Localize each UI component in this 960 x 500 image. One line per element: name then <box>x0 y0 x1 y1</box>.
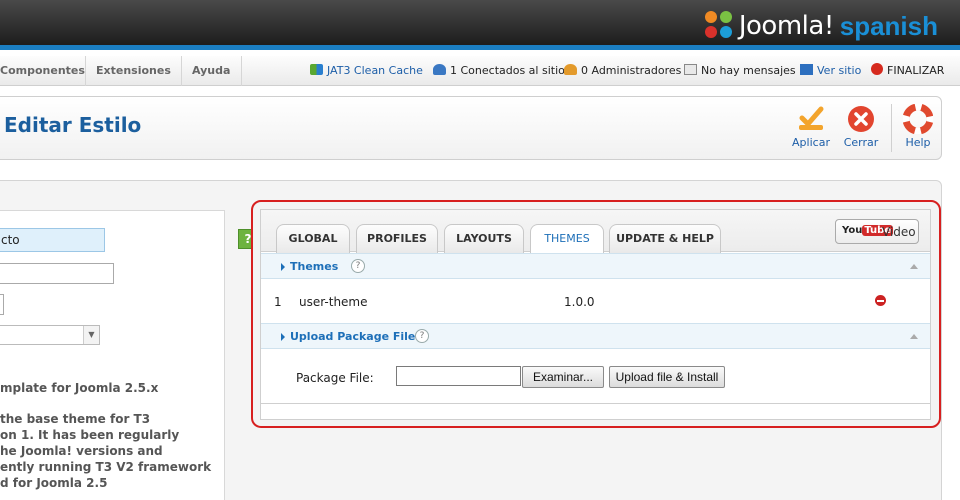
divider <box>261 403 930 404</box>
tab-layouts[interactable]: LAYOUTS <box>444 224 524 253</box>
small-input[interactable] <box>0 294 4 315</box>
tab-update-help[interactable]: UPDATE & HELP <box>609 224 721 253</box>
power-icon <box>871 63 883 75</box>
menu-item-extensions[interactable]: Extensiones <box>86 56 182 86</box>
logo-subtext: spanish <box>839 10 938 41</box>
logo-text: Joomla! <box>738 11 834 41</box>
menu-item-components[interactable]: Componentes <box>0 56 86 86</box>
tab-global[interactable]: GLOBAL <box>276 224 350 253</box>
tab-themes[interactable]: THEMES <box>530 224 604 254</box>
users-icon <box>433 64 446 75</box>
header-bar: Joomla! spanish <box>0 0 960 50</box>
section-title: Upload Package File <box>290 330 416 343</box>
collapse-icon[interactable] <box>910 264 918 269</box>
tab-profiles[interactable]: PROFILES <box>356 224 438 253</box>
view-site-link[interactable]: Ver sitio <box>800 56 861 86</box>
page-title: Editar Estilo <box>4 113 142 137</box>
theme-row-version: 1.0.0 <box>564 295 595 309</box>
admin-icon <box>564 64 577 75</box>
description-line: d for Joomla 2.5 <box>0 476 108 490</box>
admin-users: 0 Administradores <box>564 56 681 86</box>
joomla-logo-icon <box>704 11 735 41</box>
toolbar-separator <box>891 104 892 152</box>
cache-icon <box>310 64 323 75</box>
close-icon <box>848 106 874 132</box>
apply-button[interactable]: Aplicar <box>789 104 833 149</box>
collapse-icon[interactable] <box>910 334 918 339</box>
menu-item-help[interactable]: Ayuda <box>182 56 242 86</box>
description-line: on 1. It has been regularly <box>0 428 180 442</box>
chevron-down-icon: ▼ <box>83 326 99 344</box>
monitor-icon <box>800 64 813 75</box>
upload-install-button[interactable]: Upload file & Install <box>609 366 725 388</box>
description-line: he Joomla! versions and <box>0 444 163 458</box>
help-icon[interactable]: ? <box>415 329 429 343</box>
help-icon[interactable]: ? <box>351 259 365 273</box>
browse-button[interactable]: Examinar... <box>522 366 604 388</box>
joomla-logo: Joomla! spanish <box>704 6 938 46</box>
themes-section-header[interactable]: Themes ? <box>261 253 930 279</box>
template-select[interactable]: ▼ <box>0 325 100 345</box>
text-input[interactable] <box>0 263 114 284</box>
messages-status[interactable]: No hay mensajes <box>684 56 796 86</box>
video-button[interactable]: You Tube Video <box>835 219 919 244</box>
expand-arrow-icon <box>281 263 285 271</box>
theme-row-index: 1 <box>274 295 282 309</box>
logout-link[interactable]: FINALIZAR <box>871 56 944 86</box>
description-line: ently running T3 V2 framework <box>0 460 212 474</box>
clean-cache-link[interactable]: JAT3 Clean Cache <box>310 56 423 86</box>
description-line: mplate for Joomla 2.5.x <box>0 381 159 395</box>
connected-users: 1 Conectados al sitio <box>433 56 565 86</box>
theme-row-name: user-theme <box>299 295 368 309</box>
style-name-input[interactable]: cto <box>0 228 105 252</box>
help-button[interactable]: Help <box>896 104 940 149</box>
description-line: the base theme for T3 <box>0 412 151 426</box>
section-title: Themes <box>290 260 339 273</box>
remove-icon[interactable] <box>875 295 886 306</box>
mail-icon <box>684 64 697 75</box>
close-button[interactable]: Cerrar <box>839 104 883 149</box>
upload-section-header[interactable]: Upload Package File ? <box>261 323 930 349</box>
package-file-input[interactable] <box>396 366 521 386</box>
lifebuoy-icon <box>903 104 933 134</box>
package-file-label: Package File: <box>296 371 374 385</box>
expand-arrow-icon <box>281 333 285 341</box>
menu-bar: Componentes Extensiones Ayuda JAT3 Clean… <box>0 56 960 86</box>
checkmark-icon <box>799 106 824 130</box>
